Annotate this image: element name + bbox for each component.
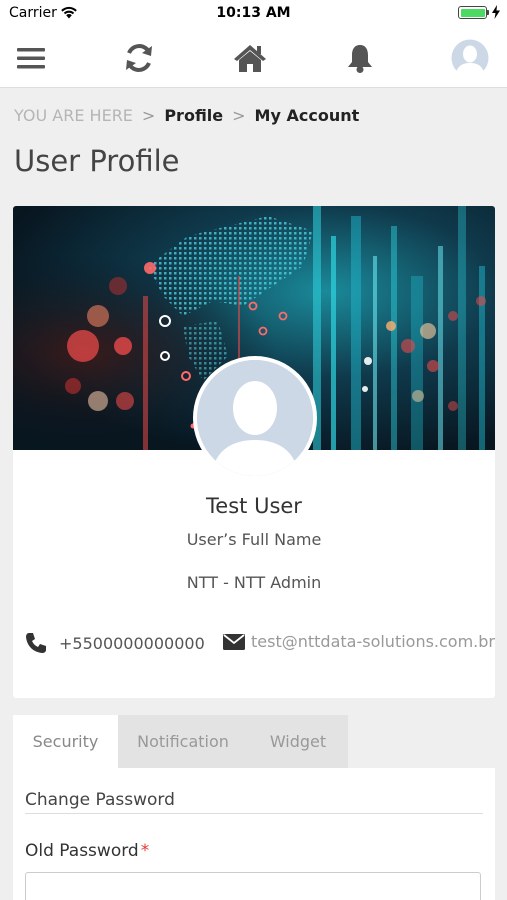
envelope-icon: [223, 633, 245, 650]
user-organization: NTT - NTT Admin: [186, 573, 322, 592]
tab-widget[interactable]: Widget: [248, 715, 348, 768]
tab-notification[interactable]: Notification: [118, 715, 248, 768]
notifications-button[interactable]: [340, 38, 380, 78]
account-avatar-button[interactable]: [450, 38, 490, 78]
refresh-icon: [126, 44, 152, 72]
bell-icon: [348, 45, 372, 73]
menu-icon: [17, 48, 45, 69]
security-panel: Change Password Old Password *: [13, 768, 495, 900]
menu-button[interactable]: [11, 38, 51, 78]
contact-email[interactable]: test@nttdata-solutions.com.br: [223, 632, 495, 651]
battery-icon: [458, 6, 487, 19]
section-title: Change Password: [25, 790, 175, 810]
profile-card: Test User User’s Full Name NTT - NTT Adm…: [13, 206, 495, 698]
home-button[interactable]: [230, 38, 270, 78]
refresh-button[interactable]: [119, 38, 159, 78]
breadcrumb-separator: >: [141, 106, 156, 125]
breadcrumb-prefix: YOU ARE HERE: [14, 106, 133, 125]
user-name: Test User: [206, 494, 302, 518]
old-password-label: Old Password *: [25, 841, 150, 861]
required-marker: *: [140, 841, 150, 861]
clock: 10:13 AM: [216, 5, 291, 21]
charging-icon: [492, 5, 500, 19]
breadcrumb-separator: >: [232, 106, 246, 125]
divider: [25, 813, 483, 814]
old-password-input[interactable]: [25, 872, 481, 900]
profile-avatar[interactable]: [193, 356, 317, 480]
contact-phone[interactable]: +5500000000000: [25, 632, 205, 654]
top-nav: [0, 28, 507, 88]
user-avatar-icon: [451, 39, 489, 77]
status-bar: Carrier 10:13 AM: [0, 0, 507, 28]
breadcrumb-item-profile[interactable]: Profile: [164, 106, 223, 125]
tab-security[interactable]: Security: [13, 715, 118, 768]
email-address: test@nttdata-solutions.com.br: [251, 632, 495, 651]
phone-icon: [26, 633, 46, 653]
user-full-name: User’s Full Name: [186, 530, 322, 549]
settings-tabs: Security Notification Widget Change Pass…: [13, 715, 495, 900]
page-title: User Profile: [14, 144, 180, 178]
user-silhouette-icon: [197, 360, 313, 476]
phone-number: +5500000000000: [59, 633, 205, 653]
home-icon: [234, 45, 266, 72]
breadcrumb: YOU ARE HERE > Profile > My Account: [14, 106, 359, 125]
breadcrumb-item-my-account[interactable]: My Account: [255, 106, 360, 125]
